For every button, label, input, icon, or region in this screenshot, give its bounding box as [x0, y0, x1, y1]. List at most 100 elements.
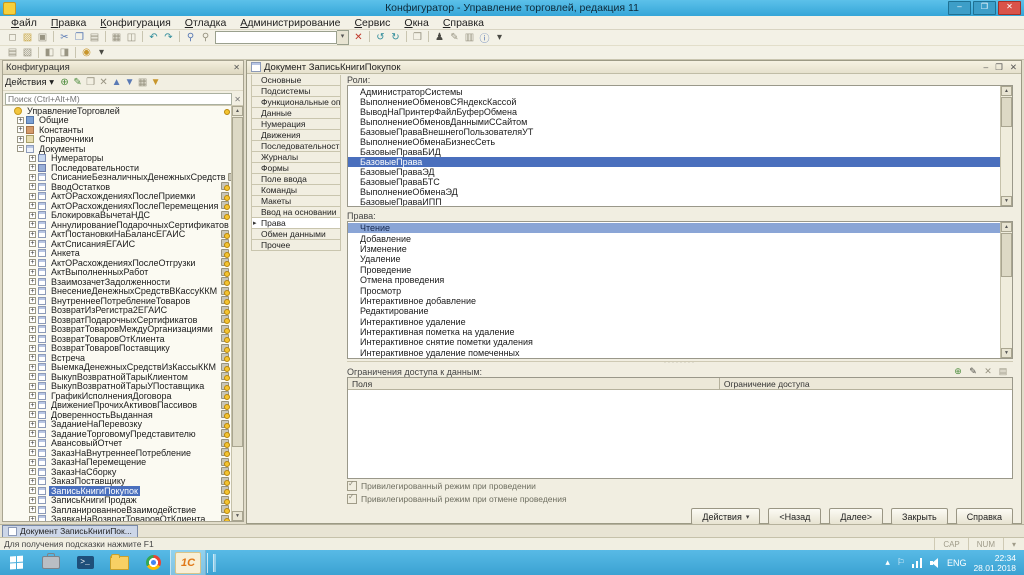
copy-icon[interactable]: ❐	[84, 76, 97, 89]
1c-app-button[interactable]: 1С	[170, 550, 206, 575]
notification-flag-icon[interactable]: ⚐	[897, 557, 905, 568]
role-item[interactable]: БазовыеПраваБТС	[348, 177, 1001, 187]
menu-item[interactable]: Сервис	[347, 17, 397, 29]
help-icon[interactable]: ⓘ	[477, 31, 492, 45]
tree-expander-icon[interactable]: +	[29, 164, 36, 172]
find-icon[interactable]: ⚲	[183, 31, 198, 44]
menu-item[interactable]: Справка	[436, 17, 491, 29]
tree-expander-icon[interactable]: +	[29, 401, 36, 409]
tree-item[interactable]: + АктОРасхожденияхПослеОтгрузки	[3, 258, 232, 268]
tree-item[interactable]: + СписаниеБезналичныхДенежныхСредств	[3, 172, 232, 182]
tree-search-input[interactable]	[5, 93, 233, 105]
cut-icon[interactable]: ✂	[57, 31, 72, 44]
category-tab[interactable]: ▸ Данные	[251, 108, 341, 119]
tree-item[interactable]: + АктПостановкиНаБалансЕГАИС	[3, 229, 232, 239]
category-tab[interactable]: ▸ Подсистемы	[251, 86, 341, 97]
sort-icon[interactable]: ▦	[136, 76, 149, 89]
tree-expander-icon[interactable]: +	[29, 449, 36, 457]
tree-expander-icon[interactable]: +	[29, 259, 36, 267]
tree-item[interactable]: + ВыкупВозвратнойТарыКлиентом	[3, 372, 232, 382]
tree-item[interactable]: + ВозвратТоваровОтКлиента	[3, 334, 232, 344]
role-item[interactable]: ВыполнениеОбменаБизнесСеть	[348, 137, 1001, 147]
tree-expander-icon[interactable]: +	[29, 278, 36, 286]
privileged-mode-posting-checkbox[interactable]: ✓	[347, 479, 357, 491]
tree-expander-icon[interactable]: +	[29, 382, 36, 390]
clock[interactable]: 22:34 28.01.2018	[973, 553, 1016, 573]
right-item[interactable]: Интерактивное добавление	[348, 296, 1001, 306]
category-tab[interactable]: ▸ Движения	[251, 130, 341, 141]
find-next-icon[interactable]: ⚲	[198, 31, 213, 44]
compare-configuration-icon[interactable]: ❒	[410, 31, 425, 44]
tree-item[interactable]: + ВводОстатков	[3, 182, 232, 192]
volume-icon[interactable]	[929, 557, 940, 568]
scroll-up-icon[interactable]: ▲	[1001, 86, 1012, 96]
tree-item[interactable]: + ДоверенностьВыданная	[3, 410, 232, 420]
history-back-icon[interactable]: ↺	[373, 31, 388, 44]
tree-item[interactable]: + ЗапланированноеВзаимодействие	[3, 505, 232, 515]
tree-item[interactable]: + БлокировкаВычетаНДС	[3, 210, 232, 220]
tree-item[interactable]: + ВозвратПодарочныхСертификатов	[3, 315, 232, 325]
right-item[interactable]: Интерактивное снятие пометки удаления	[348, 337, 1001, 347]
doc-close-button[interactable]: ✕	[1010, 62, 1017, 73]
tray-expand-icon[interactable]: ▴	[885, 557, 890, 568]
minimize-button[interactable]: –	[948, 1, 971, 15]
scroll-down-icon[interactable]: ▼	[232, 511, 243, 521]
column-restriction[interactable]: Ограничение доступа	[720, 378, 810, 389]
tree-expander-icon[interactable]: +	[29, 430, 36, 438]
tree-item[interactable]: + ВнутреннееПотреблениеТоваров	[3, 296, 232, 306]
dialog-button[interactable]: <Назад	[768, 508, 822, 525]
delete-icon[interactable]: ✕	[97, 76, 110, 89]
scroll-thumb[interactable]	[1001, 97, 1012, 127]
help-contents-icon[interactable]: ◉	[79, 46, 94, 59]
right-item[interactable]: Удаление	[348, 254, 1001, 264]
role-item[interactable]: БазовыеПраваЭД	[348, 167, 1001, 177]
dialog-button[interactable]: Действия ▾	[691, 508, 761, 525]
tree-item[interactable]: + ВнесениеДенежныхСредствВКассуККМ	[3, 286, 232, 296]
add-icon[interactable]: ⊕	[58, 76, 71, 89]
copy-icon[interactable]: ❐	[72, 31, 87, 44]
tree-expander-icon[interactable]: +	[29, 221, 36, 229]
tree-expander-icon[interactable]: +	[29, 392, 36, 400]
tree-item[interactable]: + ВыемкаДенежныхСредствИзКассыККМ	[3, 362, 232, 372]
category-tab[interactable]: ▸ Формы	[251, 163, 341, 174]
right-item[interactable]: Изменение	[348, 244, 1001, 254]
move-down-icon[interactable]: ▼	[123, 76, 136, 89]
tree-item[interactable]: + ЗаданиеНаПеревозку	[3, 419, 232, 429]
tree-expander-icon[interactable]: +	[29, 363, 36, 371]
tree-item[interactable]: + ЗаказНаПеремещение	[3, 457, 232, 467]
actions-menu-button[interactable]: Действия ▾	[5, 77, 54, 88]
tree-expander-icon[interactable]: +	[29, 240, 36, 248]
tree-expander-icon[interactable]: +	[17, 135, 24, 143]
maximize-button[interactable]: ❐	[973, 1, 996, 15]
right-item[interactable]: Интерактивная пометка на удаление	[348, 327, 1001, 337]
move-up-icon[interactable]: ▲	[110, 76, 123, 89]
tree-expander-icon[interactable]: +	[29, 211, 36, 219]
print-icon[interactable]: ▦	[109, 31, 124, 44]
toolbar2-overflow-icon[interactable]: ▾	[94, 46, 109, 59]
tree-expander-icon[interactable]: +	[29, 477, 36, 485]
category-tab[interactable]: ▸ Макеты	[251, 196, 341, 207]
tree-expander-icon[interactable]: +	[29, 515, 36, 521]
scroll-thumb[interactable]	[232, 117, 243, 447]
category-tab[interactable]: ▸ Нумерация	[251, 119, 341, 130]
tree-expander-icon[interactable]: +	[29, 354, 36, 362]
tree-item[interactable]: + АктОРасхожденияхПослеПеремещения	[3, 201, 232, 211]
role-item[interactable]: БазовыеПрава	[348, 157, 1001, 167]
tree-item[interactable]: + Анкета	[3, 248, 232, 258]
tree-expander-icon[interactable]: +	[29, 458, 36, 466]
server-manager-button[interactable]	[34, 550, 68, 575]
scroll-thumb[interactable]	[1001, 233, 1012, 277]
chrome-button[interactable]	[136, 550, 170, 575]
menu-item[interactable]: Конфигурация	[93, 17, 177, 29]
history-forward-icon[interactable]: ↻	[388, 31, 403, 44]
tree-item[interactable]: + АктСписанияЕГАИС	[3, 239, 232, 249]
save-icon[interactable]: ▣	[35, 31, 50, 44]
rights-scrollbar[interactable]: ▲ ▼	[1000, 222, 1012, 358]
tree-expander-icon[interactable]: +	[29, 373, 36, 381]
scroll-down-icon[interactable]: ▼	[1001, 196, 1012, 206]
tree-item[interactable]: + Константы	[3, 125, 232, 135]
category-tab[interactable]: ▸ Функциональные опции	[251, 97, 341, 108]
dialog-button[interactable]: Справка	[955, 508, 1013, 525]
tree-expander-icon[interactable]: +	[29, 420, 36, 428]
tree-expander-icon[interactable]: +	[29, 306, 36, 314]
